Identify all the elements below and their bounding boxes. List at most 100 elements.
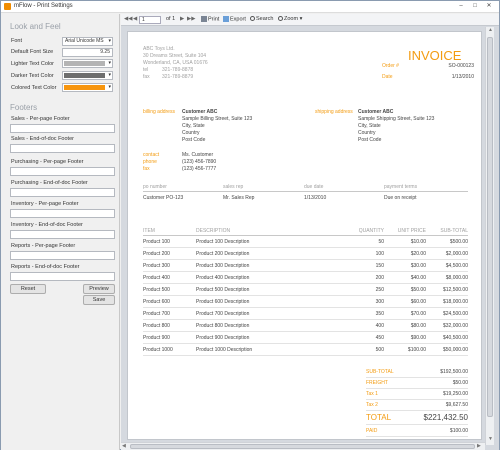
vertical-scrollbar[interactable]: ▲ ▼: [485, 27, 494, 445]
reports-per-page-footer-input[interactable]: [10, 251, 115, 260]
contact-label: contact: [143, 152, 160, 158]
company-address-2: Wonderland, CA, USA 01676: [143, 60, 208, 66]
company-tel: 321-789-8878: [162, 67, 194, 73]
line-item-quantity: 450: [375, 335, 384, 341]
line-item-quantity: 500: [375, 347, 384, 353]
row-divider: [143, 307, 468, 308]
line-item-unit-price: $50.00: [410, 287, 426, 293]
line-item-name: Product 900: [143, 335, 170, 341]
total-divider: [366, 424, 468, 425]
first-page-icon[interactable]: ◀◀: [124, 16, 132, 23]
purchasing-per-page-footer-input[interactable]: [10, 167, 115, 176]
darker-text-color-picker[interactable]: ▾: [62, 71, 113, 80]
meta-divider: [143, 191, 468, 192]
default-font-size-label: Default Font Size: [11, 49, 54, 55]
footer-label: Purchasing - Per-page Footer: [11, 159, 84, 165]
line-item-subtotal: $40,500.00: [442, 335, 468, 341]
export-label: Export: [230, 16, 246, 23]
company-tel-label: tel: [143, 67, 149, 73]
invoice-title: INVOICE: [408, 48, 462, 63]
app-icon: [4, 3, 11, 10]
purchasing-end-of-doc-footer-input[interactable]: [10, 188, 115, 197]
settings-panel: Look and Feel Font Arial Unicode MS ▾ De…: [1, 14, 120, 450]
line-item-description: Product 600 Description: [196, 299, 250, 305]
line-item-description: Product 900 Description: [196, 335, 250, 341]
lighter-color-swatch: [64, 61, 105, 66]
reports-end-of-doc-footer-input[interactable]: [10, 272, 115, 281]
line-item-name: Product 300: [143, 263, 170, 269]
lighter-text-color-picker[interactable]: ▾: [62, 59, 113, 68]
export-icon: [223, 16, 229, 22]
sales-per-page-footer-input[interactable]: [10, 124, 115, 133]
company-address-1: 30 Dreams Street, Suite 104: [143, 53, 207, 59]
line-item-subtotal: $4,500.00: [445, 263, 468, 269]
page-number-input[interactable]: 1: [139, 16, 161, 24]
print-button[interactable]: Print: [201, 16, 219, 23]
scroll-down-icon[interactable]: ▼: [488, 436, 493, 442]
line-item-subtotal: $32,000.00: [442, 323, 468, 329]
item-column-header: ITEM: [143, 228, 155, 234]
minimize-icon[interactable]: –: [456, 3, 466, 10]
export-button[interactable]: Export: [223, 16, 246, 23]
row-divider: [143, 319, 468, 320]
line-item-subtotal: $2,000.00: [445, 251, 468, 257]
search-button[interactable]: Search: [250, 16, 273, 23]
default-font-size-field[interactable]: 9.25: [62, 48, 113, 57]
next-page-icon[interactable]: ▶: [180, 16, 184, 23]
footer-label: Reports - Per-page Footer: [11, 243, 76, 249]
line-item-quantity: 200: [375, 275, 384, 281]
scroll-right-icon[interactable]: ▶: [477, 443, 481, 449]
line-item-subtotal: $24,500.00: [442, 311, 468, 317]
line-item-name: Product 400: [143, 275, 170, 281]
line-item-description: Product 800 Description: [196, 323, 250, 329]
prev-page-icon[interactable]: ◀: [133, 16, 137, 23]
footer-label: Inventory - End-of-doc Footer: [11, 222, 83, 228]
sales-end-of-doc-footer-input[interactable]: [10, 144, 115, 153]
shipping-line: Country: [358, 130, 376, 136]
zoom-button[interactable]: Zoom ▾: [278, 16, 302, 23]
fax-label: fax: [143, 166, 150, 172]
search-icon: [250, 16, 255, 22]
colored-text-color-picker[interactable]: ▾: [62, 83, 113, 92]
footer-label: Purchasing - End-of-doc Footer: [11, 180, 88, 186]
invoice-page: ABC Toys Ltd. 30 Dreams Street, Suite 10…: [127, 31, 482, 440]
line-item-unit-price: $70.00: [410, 311, 426, 317]
line-item-description: Product 200 Description: [196, 251, 250, 257]
save-button[interactable]: Save: [83, 295, 115, 305]
inventory-per-page-footer-input[interactable]: [10, 209, 115, 218]
line-item-subtotal: $500.00: [449, 239, 468, 245]
last-page-icon[interactable]: ▶▶: [187, 16, 195, 23]
total-value: $19,250.00: [442, 391, 468, 397]
line-item-quantity: 300: [375, 299, 384, 305]
chevron-down-icon: ▾: [108, 72, 111, 78]
reset-button[interactable]: Reset: [10, 284, 46, 294]
colored-text-color-label: Colored Text Color: [11, 85, 57, 91]
phone-value: (123) 456-7890: [182, 159, 217, 165]
maximize-icon[interactable]: □: [470, 3, 480, 10]
zoom-label: Zoom: [284, 16, 299, 22]
row-divider: [143, 355, 468, 356]
vertical-scroll-thumb[interactable]: [487, 37, 493, 417]
horizontal-scroll-thumb[interactable]: [130, 444, 475, 449]
footer-label: Inventory - Per-page Footer: [11, 201, 79, 207]
billing-line: City, State: [182, 123, 205, 129]
scroll-left-icon[interactable]: ◀: [122, 443, 126, 449]
darker-color-swatch: [64, 73, 105, 78]
font-select[interactable]: Arial Unicode MS ▾: [62, 37, 113, 46]
po-number-value: Customer PO-123: [143, 195, 184, 201]
line-item-unit-price: $30.00: [410, 263, 426, 269]
row-divider: [143, 247, 468, 248]
scroll-up-icon[interactable]: ▲: [488, 27, 493, 33]
line-item-unit-price: $80.00: [410, 323, 426, 329]
line-item-unit-price: $40.00: [410, 275, 426, 281]
line-item-subtotal: $18,000.00: [442, 299, 468, 305]
horizontal-scrollbar[interactable]: ◀ ▶: [121, 442, 485, 450]
preview-button[interactable]: Preview: [83, 284, 115, 294]
total-value: $50.00: [452, 380, 468, 386]
close-icon[interactable]: ✕: [484, 3, 494, 10]
due-date-value: 1/13/2010: [304, 195, 327, 201]
line-item-name: Product 600: [143, 299, 170, 305]
search-label: Search: [256, 16, 274, 22]
inventory-end-of-doc-footer-input[interactable]: [10, 230, 115, 239]
line-item-name: Product 200: [143, 251, 170, 257]
